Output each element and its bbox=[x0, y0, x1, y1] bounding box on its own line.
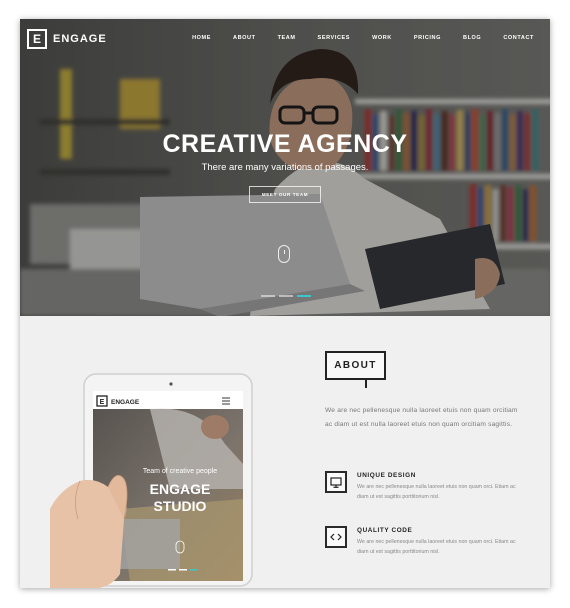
meet-our-team-button[interactable]: MEET OUR TEAM bbox=[249, 186, 321, 203]
about-heading: ABOUT bbox=[325, 351, 386, 380]
nav-item-contact[interactable]: CONTACT bbox=[503, 35, 534, 41]
nav-item-work[interactable]: WORK bbox=[372, 35, 392, 41]
nav-item-blog[interactable]: BLOG bbox=[463, 35, 481, 41]
logo-text: ENGAGE bbox=[53, 33, 107, 45]
tablet-brand: ENGAGE bbox=[111, 399, 140, 406]
feature-description: We are nec pellenesque nulla laoreet etu… bbox=[357, 539, 516, 555]
top-navigation: E ENGAGE HOME ABOUT TEAM SERVICES WORK P… bbox=[20, 19, 550, 59]
logo-mark: E bbox=[27, 29, 47, 49]
slider-dot[interactable] bbox=[279, 295, 293, 297]
nav-item-home[interactable]: HOME bbox=[192, 35, 211, 41]
nav-item-about[interactable]: ABOUT bbox=[233, 35, 256, 41]
about-paragraph: We are nec pellenesque nulla laoreet etu… bbox=[325, 407, 518, 428]
scroll-mouse-icon[interactable] bbox=[278, 245, 290, 263]
nav-item-team[interactable]: TEAM bbox=[278, 35, 296, 41]
tablet-tagline: Team of creative people bbox=[143, 468, 217, 475]
nav-item-services[interactable]: SERVICES bbox=[318, 35, 351, 41]
nav-item-pricing[interactable]: PRICING bbox=[414, 35, 441, 41]
slider-dot[interactable] bbox=[261, 295, 275, 297]
code-icon bbox=[325, 526, 347, 548]
hero-title: CREATIVE AGENCY bbox=[162, 130, 408, 158]
slider-dot-active[interactable] bbox=[297, 295, 311, 297]
monitor-icon bbox=[325, 471, 347, 493]
hero-section: E ENGAGE HOME ABOUT TEAM SERVICES WORK P… bbox=[20, 19, 550, 316]
slider-pagination bbox=[261, 295, 311, 297]
feature-title: UNIQUE DESIGN bbox=[357, 472, 416, 479]
about-heading-tick bbox=[365, 378, 367, 388]
tablet-title-line1: ENGAGE bbox=[150, 481, 211, 497]
tablet-title-line2: STUDIO bbox=[154, 498, 207, 514]
tablet-mockup: E ENGAGE Team of creative people ENGAGE … bbox=[50, 373, 253, 588]
svg-text:E: E bbox=[100, 399, 105, 406]
feature-description: We are nec pellenesque nulla laoreet etu… bbox=[357, 484, 516, 500]
website-preview-frame: E ENGAGE HOME ABOUT TEAM SERVICES WORK P… bbox=[20, 19, 550, 588]
hero-subtitle: There are many variations of passages. bbox=[201, 162, 369, 173]
nav-menu: HOME ABOUT TEAM SERVICES WORK PRICING BL… bbox=[170, 35, 534, 41]
logo[interactable]: E ENGAGE bbox=[27, 29, 107, 49]
feature-title: QUALITY CODE bbox=[357, 527, 413, 534]
